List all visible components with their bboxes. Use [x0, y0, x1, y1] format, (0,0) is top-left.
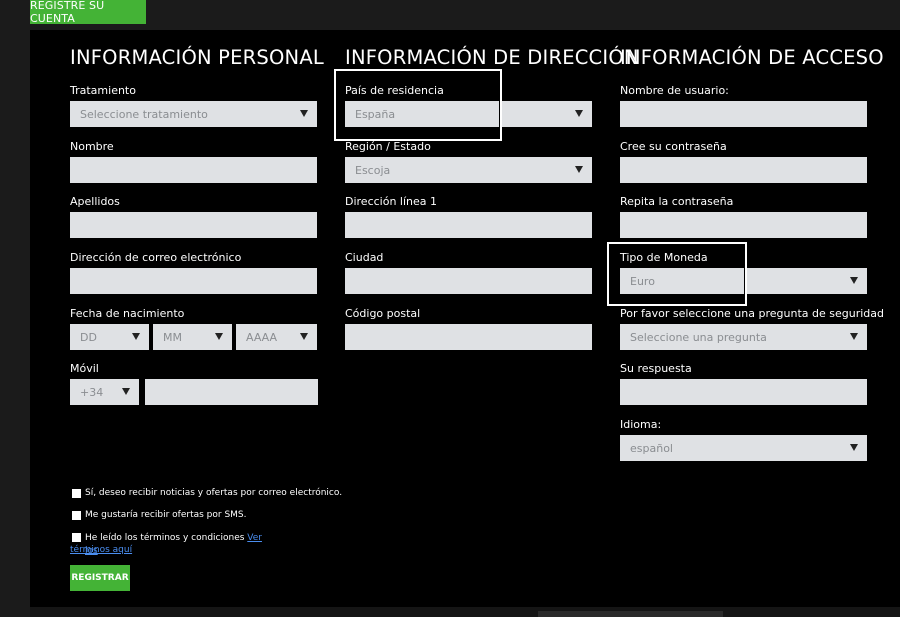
birth-year-value: AAAA: [246, 330, 278, 344]
security-question-label: Por favor seleccione una pregunta de seg…: [620, 307, 884, 320]
birth-year-select[interactable]: AAAA: [236, 324, 317, 350]
language-value: español: [630, 441, 673, 455]
birth-date-label: Fecha de nacimiento: [70, 307, 185, 320]
terms-link-continued[interactable]: términos aquí: [70, 545, 132, 555]
country-highlight-box: [334, 69, 502, 141]
security-question-value: Seleccione una pregunta: [630, 330, 767, 344]
email-input[interactable]: [70, 268, 317, 294]
chevron-down-icon: [215, 333, 223, 340]
last-name-input[interactable]: [70, 212, 317, 238]
register-button[interactable]: REGISTRAR: [70, 565, 130, 591]
language-label: Idioma:: [620, 418, 662, 431]
terms-consent-label: He leído los términos y condiciones: [85, 533, 248, 543]
email-label: Dirección de correo electrónico: [70, 251, 242, 264]
password-repeat-input[interactable]: [620, 212, 867, 238]
mobile-label: Móvil: [70, 362, 99, 375]
first-name-input[interactable]: [70, 157, 317, 183]
chevron-down-icon: [575, 166, 583, 173]
treatment-label: Tratamiento: [70, 84, 136, 97]
sms-consent-row[interactable]: Me gustaría recibir ofertas por SMS.: [72, 510, 247, 520]
first-name-label: Nombre: [70, 140, 114, 153]
terms-link-second-line[interactable]: términos aquí: [70, 545, 132, 555]
chevron-down-icon: [132, 333, 140, 340]
password-repeat-label: Repita la contraseña: [620, 195, 734, 208]
bottom-strip-segment: [538, 611, 723, 617]
chevron-down-icon: [122, 388, 130, 395]
treatment-value: Seleccione tratamiento: [80, 107, 208, 121]
sms-consent-label: Me gustaría recibir ofertas por SMS.: [85, 510, 247, 520]
last-name-label: Apellidos: [70, 195, 120, 208]
address-line1-label: Dirección línea 1: [345, 195, 438, 208]
security-question-select[interactable]: Seleccione una pregunta: [620, 324, 867, 350]
address-info-title: INFORMACIÓN DE DIRECCIÓN: [345, 46, 639, 69]
birth-month-value: MM: [163, 330, 182, 344]
chevron-down-icon: [300, 333, 308, 340]
birth-month-select[interactable]: MM: [153, 324, 232, 350]
personal-info-title: INFORMACIÓN PERSONAL: [70, 46, 324, 69]
address-line1-input[interactable]: [345, 212, 592, 238]
access-info-title: INFORMACIÓN DE ACCESO: [620, 46, 884, 69]
chevron-down-icon: [300, 110, 308, 117]
password-input[interactable]: [620, 157, 867, 183]
mobile-prefix-value: +34: [80, 385, 104, 399]
terms-consent-checkbox[interactable]: [72, 533, 81, 542]
region-select[interactable]: Escoja: [345, 157, 592, 183]
chevron-down-icon: [850, 333, 858, 340]
chevron-down-icon: [850, 277, 858, 284]
mobile-number-input[interactable]: [145, 379, 318, 405]
chevron-down-icon: [850, 444, 858, 451]
mobile-prefix-select[interactable]: +34: [70, 379, 139, 405]
city-label: Ciudad: [345, 251, 384, 264]
birth-day-select[interactable]: DD: [70, 324, 149, 350]
register-account-tab[interactable]: REGISTRE SU CUENTA: [30, 0, 146, 25]
answer-input[interactable]: [620, 379, 867, 405]
bottom-strip: [30, 607, 900, 617]
city-input[interactable]: [345, 268, 592, 294]
postal-code-label: Código postal: [345, 307, 421, 320]
region-label: Región / Estado: [345, 140, 431, 153]
currency-highlight-box: [607, 242, 747, 306]
language-select[interactable]: español: [620, 435, 867, 461]
postal-code-input[interactable]: [345, 324, 592, 350]
password-label: Cree su contraseña: [620, 140, 727, 153]
chevron-down-icon: [575, 110, 583, 117]
username-label: Nombre de usuario:: [620, 84, 729, 97]
region-value: Escoja: [355, 163, 391, 177]
news-consent-row[interactable]: Sí, deseo recibir noticias y ofertas por…: [72, 488, 342, 498]
sms-consent-checkbox[interactable]: [72, 511, 81, 520]
news-consent-label: Sí, deseo recibir noticias y ofertas por…: [85, 488, 343, 498]
birth-day-value: DD: [80, 330, 97, 344]
news-consent-checkbox[interactable]: [72, 489, 81, 498]
username-input[interactable]: [620, 101, 867, 127]
treatment-select[interactable]: Seleccione tratamiento: [70, 101, 317, 127]
answer-label: Su respuesta: [620, 362, 692, 375]
